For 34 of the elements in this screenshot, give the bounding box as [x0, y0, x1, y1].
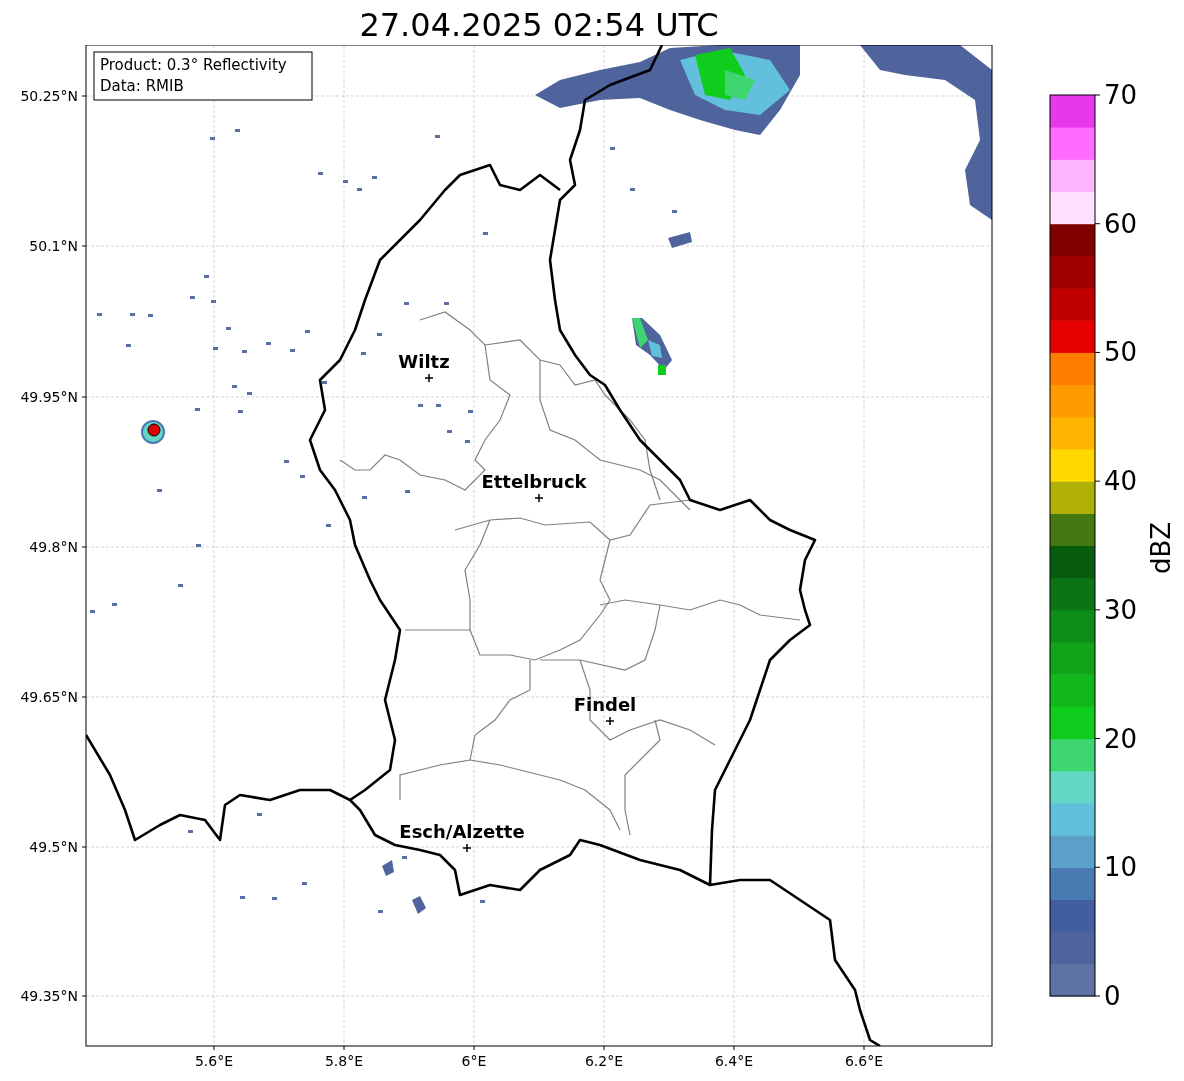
latitude-label: 50.1°N [29, 238, 78, 254]
colorbar-tick-label: 70 [1104, 80, 1138, 110]
city-marker-icon [462, 843, 472, 853]
longitude-label: 6°E [461, 1053, 487, 1069]
colorbar-tick-label: 60 [1104, 208, 1138, 239]
latitude-label: 49.5°N [29, 839, 78, 855]
city-label: Esch/Alzette [399, 821, 525, 842]
city-label: Ettelbruck [481, 471, 587, 492]
longitude-label: 5.8°E [324, 1053, 364, 1069]
info-text: Data: RMIB [100, 77, 184, 95]
longitude-label: 6.2°E [584, 1053, 624, 1069]
colorbar-tick-label: 30 [1104, 594, 1138, 625]
city-marker-icon [534, 493, 544, 503]
colorbar-label: dBZ [1146, 521, 1176, 575]
latitude-label: 49.35°N [20, 988, 78, 1004]
longitude-label: 6.6°E [844, 1053, 884, 1069]
latitude-label: 50.25°N [20, 88, 78, 104]
latitude-label: 49.8°N [29, 539, 78, 555]
latitude-label: 49.65°N [20, 689, 78, 705]
colorbar-tick-label: 10 [1104, 852, 1138, 883]
radar-site-icon [147, 423, 161, 437]
colorbar-tick-label: 20 [1104, 723, 1138, 754]
longitude-label: 6.4°E [714, 1053, 754, 1069]
info-text: Product: 0.3° Reflectivity [100, 56, 287, 74]
colorbar-tick-label: 50 [1104, 337, 1138, 368]
city-label: Findel [573, 694, 637, 715]
chart-title: 27.04.2025 02:54 UTC [359, 5, 719, 45]
city-marker-icon [424, 373, 434, 383]
colorbar-tick-label: 0 [1104, 981, 1121, 1011]
colorbar-tick-label: 40 [1104, 466, 1138, 497]
city-label: Wiltz [398, 351, 450, 372]
city-marker-icon [605, 716, 615, 726]
latitude-label: 49.95°N [20, 389, 78, 405]
longitude-label: 5.6°E [194, 1053, 234, 1069]
